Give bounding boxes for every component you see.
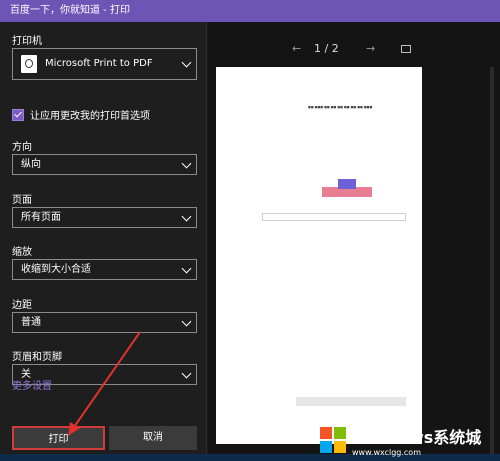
margins-value: 普通	[21, 317, 41, 328]
watermark-url: www.wxclgg.com	[352, 447, 421, 457]
preview-logo-blur-2	[338, 179, 356, 189]
orientation-select[interactable]: 纵向	[12, 154, 197, 175]
app-preferences-checkbox-row[interactable]: 让应用更改我的打印首选项	[12, 107, 150, 122]
print-settings-panel: 打印机 Microsoft Print to PDF 让应用更改我的打印首选项 …	[0, 22, 207, 461]
preview-nav-text: ■■ ■■■ ■■ ■■ ■■ ■■ ■■ ■■ ■■■	[308, 105, 373, 109]
scale-select[interactable]: 收缩到大小合适	[12, 259, 197, 280]
preview-page: ■■ ■■■ ■■ ■■ ■■ ■■ ■■ ■■ ■■■	[216, 67, 422, 444]
annotation-arrow	[68, 331, 141, 436]
preview-search-box	[262, 213, 406, 221]
prev-page-icon[interactable]: ←	[292, 42, 301, 55]
windows-logo-icon	[320, 427, 346, 453]
watermark-brand: Windows系统城	[352, 427, 482, 447]
checkbox-checked-icon[interactable]	[12, 108, 24, 121]
orientation-label: 方向	[12, 142, 32, 153]
preview-footer-blur	[296, 397, 406, 406]
print-preview-pane: ← 1 / 2 → ■■ ■■■ ■■ ■■ ■■ ■■ ■■ ■■ ■■■	[208, 22, 500, 461]
pdf-printer-icon	[21, 55, 37, 73]
chevron-down-icon	[181, 368, 192, 379]
chevron-down-icon	[181, 57, 192, 68]
watermark: Windows系统城 www.wxclgg.com	[320, 420, 495, 460]
printer-value: Microsoft Print to PDF	[45, 58, 153, 69]
printer-select[interactable]: Microsoft Print to PDF	[12, 48, 197, 80]
next-page-icon[interactable]: →	[366, 42, 375, 55]
chevron-down-icon	[181, 158, 192, 169]
chevron-down-icon	[181, 263, 192, 274]
more-settings-link[interactable]: 更多设置	[12, 377, 52, 392]
scrollbar[interactable]	[490, 67, 494, 459]
fit-page-icon[interactable]	[401, 45, 411, 53]
pages-select[interactable]: 所有页面	[12, 207, 197, 228]
printer-label: 打印机	[12, 36, 42, 47]
page-indicator: 1 / 2	[314, 42, 339, 55]
margins-label: 边距	[12, 300, 32, 311]
chevron-down-icon	[181, 316, 192, 327]
header-footer-label: 页眉和页脚	[12, 352, 62, 363]
scale-label: 缩放	[12, 247, 32, 258]
checkbox-label: 让应用更改我的打印首选项	[30, 111, 150, 122]
pages-label: 页面	[12, 195, 32, 206]
orientation-value: 纵向	[21, 159, 41, 170]
window-title: 百度一下，你就知道 - 打印	[0, 0, 500, 22]
pages-value: 所有页面	[21, 212, 61, 223]
chevron-down-icon	[181, 211, 192, 222]
scale-value: 收缩到大小合适	[21, 264, 91, 275]
